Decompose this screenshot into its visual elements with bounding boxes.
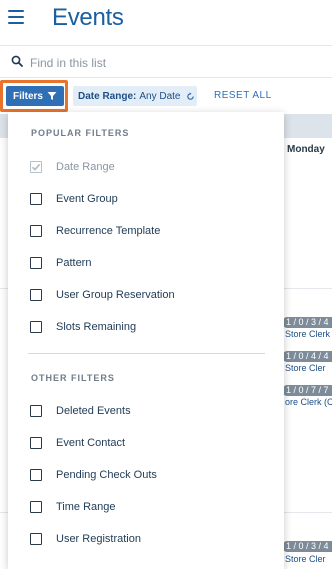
filter-option-label: User Group Reservation	[56, 289, 175, 301]
filter-option-label: Time Range	[56, 501, 116, 513]
checkbox[interactable]	[30, 501, 42, 513]
filter-option-pattern[interactable]: Pattern	[30, 254, 91, 272]
filters-button-highlight	[0, 80, 68, 112]
event-count-pill[interactable]: 1 / 0 / 3 / 4	[282, 317, 332, 328]
checkbox[interactable]	[30, 437, 42, 449]
filter-option-user-group-reservation[interactable]: User Group Reservation	[30, 286, 175, 304]
hamburger-menu-icon[interactable]	[8, 10, 24, 24]
checkbox[interactable]	[30, 533, 42, 545]
reset-all-link[interactable]: RESET ALL	[214, 90, 272, 101]
checkbox[interactable]	[30, 321, 42, 333]
filter-option-label: Slots Remaining	[56, 321, 137, 333]
search-input[interactable]	[30, 53, 320, 73]
filter-option-recurrence-template[interactable]: Recurrence Template	[30, 222, 160, 240]
checkbox[interactable]	[30, 405, 42, 417]
filter-option-date-range[interactable]: Date Range	[30, 158, 115, 176]
event-title[interactable]: Store Cler	[285, 363, 332, 373]
other-filters-heading: OTHER FILTERS	[31, 373, 115, 383]
filter-option-label: Pending Check Outs	[56, 469, 157, 481]
checkbox[interactable]	[30, 193, 42, 205]
event-count-pill[interactable]: 1 / 0 / 7 / 7	[282, 385, 332, 396]
filter-option-label: Deleted Events	[56, 405, 131, 417]
app-header: Events	[0, 0, 332, 40]
filter-option-label: Date Range	[56, 161, 115, 173]
checkbox[interactable]	[30, 225, 42, 237]
event-count-pill[interactable]: 1 / 0 / 4 / 4	[282, 351, 332, 362]
checkbox[interactable]	[30, 469, 42, 481]
checkbox[interactable]	[30, 161, 42, 173]
filter-option-label: Recurrence Template	[56, 225, 161, 237]
event-count-pill[interactable]: 1 / 0 / 3 / 4	[282, 541, 332, 552]
reset-circle-icon[interactable]	[186, 92, 195, 101]
filter-option-event-group[interactable]: Event Group	[30, 190, 118, 208]
filter-option-user-registration[interactable]: User Registration	[30, 530, 141, 548]
filter-option-deleted-events[interactable]: Deleted Events	[30, 402, 131, 420]
event-title[interactable]: Store Cler	[285, 554, 332, 564]
filter-option-pending-check-outs[interactable]: Pending Check Outs	[30, 466, 157, 484]
filter-option-label: Pattern	[56, 257, 92, 269]
checkbox[interactable]	[30, 257, 42, 269]
chip-key: Date Range:	[78, 90, 137, 102]
checkbox[interactable]	[30, 289, 42, 301]
page-title: Events	[52, 4, 124, 31]
chip-value: Any Date	[139, 90, 181, 102]
day-label-monday: Monday	[287, 144, 325, 155]
filter-option-label: Event Group	[56, 193, 118, 205]
filter-option-time-range[interactable]: Time Range	[30, 498, 116, 516]
check-icon	[31, 163, 41, 171]
search-bar	[0, 45, 332, 78]
event-title[interactable]: ore Clerk (C	[285, 397, 332, 407]
event-title[interactable]: Store Clerk	[285, 329, 332, 339]
filter-option-event-contact[interactable]: Event Contact	[30, 434, 125, 452]
search-icon	[11, 55, 23, 67]
filter-option-slots-remaining[interactable]: Slots Remaining	[30, 318, 136, 336]
popular-filters-heading: POPULAR FILTERS	[31, 128, 130, 138]
filter-option-label: Event Contact	[56, 437, 126, 449]
date-range-chip[interactable]: Date Range: Any Date	[73, 86, 197, 106]
filter-option-label: User Registration	[56, 533, 141, 545]
filters-dropdown: POPULAR FILTERS Date Range Event Group R…	[8, 112, 284, 569]
section-divider	[28, 353, 265, 354]
